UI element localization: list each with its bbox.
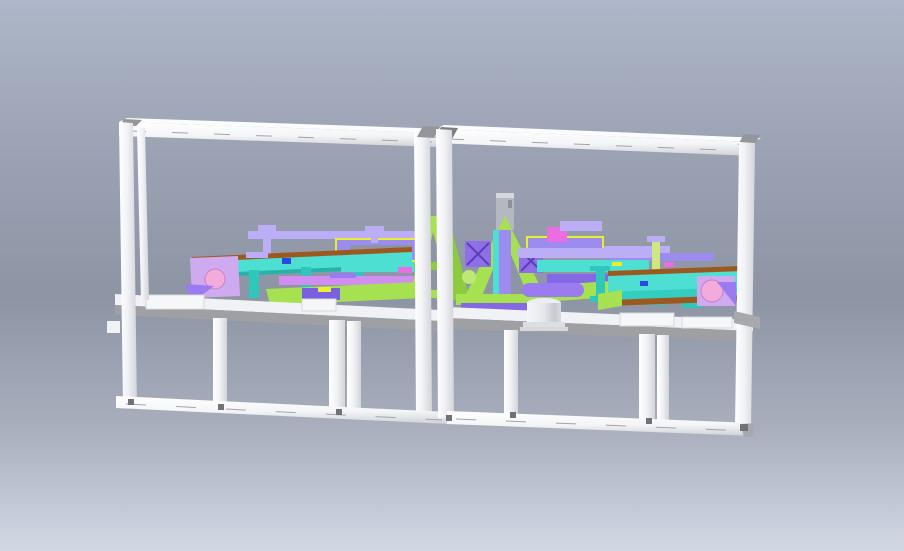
fixture-block-2[interactable]	[301, 298, 337, 312]
left-post[interactable]	[436, 129, 454, 419]
fixture-block-1[interactable]	[619, 312, 675, 327]
foot-mark-1	[446, 415, 452, 421]
cad-viewport[interactable]	[0, 0, 904, 551]
foot-mark-4	[740, 424, 748, 431]
foot-mark-3	[336, 409, 342, 415]
table-leg-2a[interactable]	[639, 334, 655, 422]
pedestal-cylinder[interactable]	[527, 303, 561, 324]
vertical-slide-rail[interactable]	[493, 230, 499, 302]
scene-root	[0, 0, 904, 551]
side-tab[interactable]	[107, 321, 120, 333]
thin-post-cap[interactable]	[647, 236, 665, 242]
pedestal-base-plate[interactable]	[520, 327, 568, 331]
magenta-chip	[398, 267, 412, 273]
foot-mark-3	[646, 418, 652, 424]
yellow-chip	[612, 262, 622, 266]
table-leg-1[interactable]	[213, 318, 227, 410]
t-post[interactable]	[371, 229, 378, 243]
foot-mark-2	[218, 404, 224, 410]
fixture-block-2[interactable]	[681, 316, 733, 329]
t-post-cap[interactable]	[365, 226, 384, 231]
tower-column-mark	[508, 200, 512, 208]
clamp-knob[interactable]	[462, 270, 476, 284]
foot-mark-2	[510, 412, 516, 418]
blue-chip	[282, 258, 291, 264]
riser-cap[interactable]	[258, 225, 276, 231]
violet-chip	[330, 273, 356, 278]
stand-leg-1[interactable]	[249, 270, 259, 298]
tower-column-cap[interactable]	[496, 193, 514, 198]
cable-duct[interactable]	[522, 283, 584, 297]
mid-post[interactable]	[414, 130, 432, 417]
guide-tube[interactable]	[517, 248, 653, 258]
fixture-block-1[interactable]	[145, 294, 205, 310]
table-leg-2b[interactable]	[657, 335, 669, 422]
back-rail[interactable]	[248, 231, 418, 239]
lav-top-plate[interactable]	[560, 221, 602, 231]
foot-mark-1	[128, 399, 134, 405]
yellow-chip	[318, 287, 331, 292]
lav-chip	[246, 252, 268, 258]
table-leg-2a[interactable]	[329, 320, 345, 416]
magenta-chip	[664, 262, 674, 267]
blue-chip	[640, 281, 648, 286]
table-leg-2b[interactable]	[347, 321, 361, 417]
table-leg-1[interactable]	[504, 330, 518, 416]
cad-scene[interactable]	[0, 0, 904, 551]
